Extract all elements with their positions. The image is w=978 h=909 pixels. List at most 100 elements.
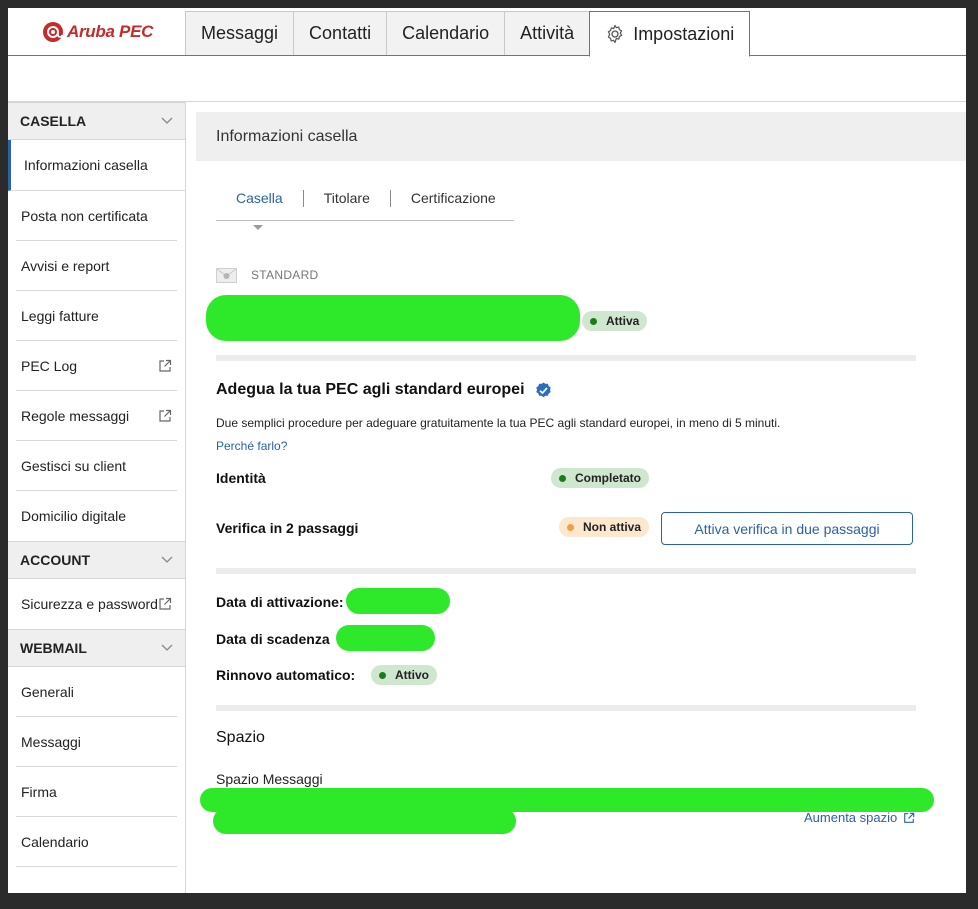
- redacted-activation-date: [346, 588, 450, 614]
- sidebar-item-avvisi-e-report[interactable]: Avvisi e report: [16, 241, 177, 291]
- section-header-webmail[interactable]: WEBMAIL: [8, 629, 185, 667]
- divider: [216, 705, 916, 711]
- status-text: Completato: [575, 471, 641, 485]
- sidebar-item-firma[interactable]: Firma: [16, 767, 177, 817]
- sidebar-item-generali[interactable]: Generali: [16, 667, 177, 717]
- redacted-expiry-date: [336, 625, 435, 651]
- section-header-casella[interactable]: CASELLA: [8, 102, 185, 140]
- tab-label: Messaggi: [201, 23, 279, 43]
- chevron-down-icon: [161, 556, 173, 563]
- external-link-icon: [159, 359, 172, 372]
- tab-impostazioni[interactable]: Impostazioni: [589, 11, 751, 57]
- twofa-status-badge: Non attiva: [559, 517, 650, 537]
- section-title: CASELLA: [20, 113, 87, 129]
- section-header-account[interactable]: ACCOUNT: [8, 541, 185, 579]
- status-dot: [567, 523, 574, 531]
- activation-date-label: Data di attivazione:: [216, 594, 344, 610]
- subtab-label: Casella: [236, 190, 283, 206]
- aruba-logo-icon: [43, 22, 63, 42]
- eu-standard-title: Adegua la tua PEC agli standard europei: [216, 381, 552, 399]
- app-window: Aruba PEC Messaggi Contatti Calendario A…: [8, 8, 966, 893]
- sidebar-item-calendario[interactable]: Calendario: [16, 817, 177, 867]
- status-text: Non attiva: [583, 520, 642, 534]
- link-label: Aumenta spazio: [804, 810, 898, 825]
- mailbox-type: STANDARD: [216, 266, 319, 284]
- settings-sidebar: CASELLA Informazioni casella Posta non c…: [8, 102, 186, 893]
- sidebar-item-label: Sicurezza e password: [21, 596, 158, 612]
- sidebar-item-regole-messaggi[interactable]: Regole messaggi: [16, 391, 177, 441]
- sidebar-item-label: Firma: [21, 783, 57, 800]
- sidebar-item-label: Domicilio digitale: [21, 508, 127, 524]
- section-title: WEBMAIL: [20, 640, 87, 656]
- status-dot: [590, 317, 597, 325]
- redacted-space-usage-text: [213, 808, 516, 834]
- tab-titolare[interactable]: Titolare: [304, 190, 391, 207]
- content-subtabs: Casella Titolare Certificazione: [216, 190, 514, 221]
- identity-status-badge: Completato: [551, 468, 649, 488]
- renewal-status-badge: Attivo: [371, 665, 437, 685]
- sidebar-item-label: Calendario: [21, 833, 89, 850]
- activate-2fa-button[interactable]: Attiva verifica in due passaggi: [661, 512, 913, 545]
- status-text: Attiva: [606, 314, 640, 328]
- main-content: Informazioni casella Casella Titolare Ce…: [196, 112, 966, 892]
- section-title: ACCOUNT: [20, 552, 90, 568]
- twofa-label: Verifica in 2 passaggi: [216, 520, 359, 536]
- status-badge: Attiva: [582, 311, 648, 331]
- envelope-icon: [216, 268, 237, 283]
- subtab-label: Titolare: [323, 190, 370, 206]
- redacted-email-address: [206, 295, 580, 341]
- sidebar-item-informazioni-casella[interactable]: Informazioni casella: [8, 140, 185, 191]
- tab-label: Calendario: [402, 23, 490, 43]
- tab-calendario[interactable]: Calendario: [386, 11, 506, 55]
- external-link-icon: [159, 409, 172, 422]
- brand-name: Aruba PEC: [67, 22, 154, 41]
- eu-description: Due semplici procedure per adeguare grat…: [216, 416, 781, 430]
- space-messages-label: Spazio Messaggi: [216, 771, 323, 787]
- gear-icon: [607, 24, 623, 44]
- identity-label: Identità: [216, 470, 266, 486]
- toolbar-area: [8, 56, 966, 102]
- brand-logo[interactable]: Aruba PEC: [42, 19, 153, 45]
- sidebar-item-label: Regole messaggi: [21, 407, 130, 424]
- main-tabs: Messaggi Contatti Calendario Attività Im…: [185, 11, 751, 57]
- sidebar-item-label: PEC Log: [21, 357, 78, 374]
- status-text: Attivo: [395, 668, 429, 682]
- auto-renewal-label: Rinnovo automatico:: [216, 667, 356, 683]
- increase-space-link[interactable]: Aumenta spazio: [804, 810, 915, 825]
- tab-label: Impostazioni: [633, 23, 735, 44]
- verified-badge-icon: [535, 382, 551, 397]
- active-tab-caret: [253, 225, 263, 230]
- sidebar-item-gestisci-su-client[interactable]: Gestisci su client: [16, 441, 177, 491]
- expiry-date-label: Data di scadenza: [216, 631, 330, 647]
- sidebar-item-leggi-fatture[interactable]: Leggi fatture: [16, 291, 177, 341]
- sidebar-item-label: Avvisi e report: [21, 257, 110, 274]
- chevron-down-icon: [161, 644, 173, 651]
- external-link-icon: [159, 597, 172, 610]
- status-dot: [559, 474, 566, 482]
- section-heading: Adegua la tua PEC agli standard europei: [216, 381, 525, 398]
- status-dot: [379, 671, 386, 679]
- sidebar-item-label: Generali: [21, 683, 74, 700]
- top-nav: Aruba PEC Messaggi Contatti Calendario A…: [8, 8, 966, 57]
- tab-messaggi[interactable]: Messaggi: [185, 11, 295, 55]
- page-title-text: Informazioni casella: [216, 127, 358, 145]
- sidebar-item-messaggi[interactable]: Messaggi: [16, 717, 177, 767]
- tab-label: Contatti: [309, 23, 372, 43]
- divider: [216, 568, 916, 574]
- page-title: Informazioni casella: [196, 112, 966, 161]
- tab-contatti[interactable]: Contatti: [293, 11, 388, 55]
- sidebar-item-label: Posta non certificata: [21, 207, 148, 224]
- why-link[interactable]: Perché farlo?: [216, 439, 287, 453]
- mailbox-type-label: STANDARD: [251, 268, 319, 282]
- tab-casella[interactable]: Casella: [216, 190, 304, 207]
- sidebar-item-label: Messaggi: [21, 733, 81, 750]
- tab-certificazione[interactable]: Certificazione: [391, 190, 516, 207]
- sidebar-item-sicurezza-e-password[interactable]: Sicurezza e password: [16, 579, 177, 629]
- tab-attivita[interactable]: Attività: [504, 11, 591, 55]
- sidebar-item-pec-log[interactable]: PEC Log: [16, 341, 177, 391]
- sidebar-item-label: Informazioni casella: [24, 157, 148, 173]
- chevron-down-icon: [161, 117, 173, 124]
- sidebar-item-domicilio-digitale[interactable]: Domicilio digitale: [16, 491, 177, 541]
- sidebar-item-posta-non-certificata[interactable]: Posta non certificata: [16, 191, 177, 241]
- subtab-label: Certificazione: [410, 190, 496, 206]
